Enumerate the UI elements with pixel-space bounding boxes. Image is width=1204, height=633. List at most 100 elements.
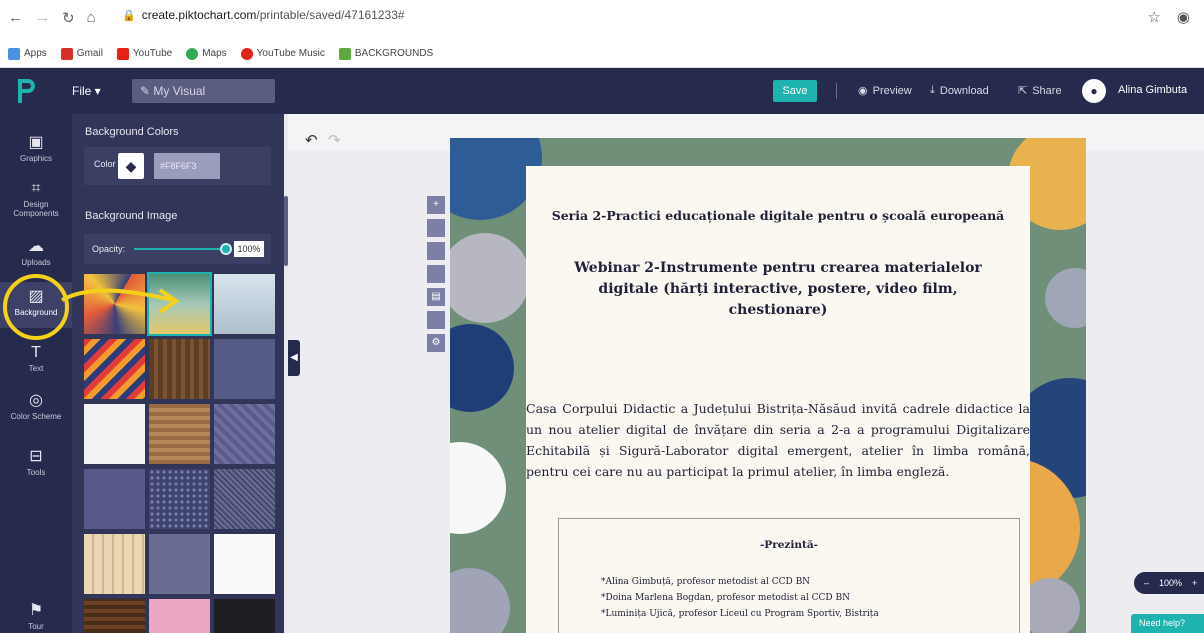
zoom-control[interactable]: – 100% + xyxy=(1134,572,1204,594)
zoom-out-icon[interactable]: – xyxy=(1144,578,1149,588)
bg-tile-dark-wood[interactable] xyxy=(149,339,210,399)
home-icon[interactable]: ⌂ xyxy=(87,9,96,27)
youtube-music-icon xyxy=(240,47,253,60)
bg-tile-white[interactable] xyxy=(84,404,145,464)
paint-bucket-icon[interactable]: ◆ xyxy=(118,153,144,179)
opacity-slider-track[interactable] xyxy=(134,248,224,250)
reload-icon[interactable]: ↻ xyxy=(62,9,75,27)
color-hex-input[interactable]: #F8F6F3 xyxy=(154,153,220,179)
folder-icon xyxy=(338,47,351,60)
bg-tile-chevron[interactable] xyxy=(84,339,145,399)
bg-tile-triangles[interactable] xyxy=(84,274,145,334)
move-up-icon[interactable] xyxy=(427,219,445,237)
bg-tile-black[interactable] xyxy=(214,599,275,633)
upload-cloud-icon: ☁ xyxy=(28,238,44,255)
bookmarks-bar: Apps Gmail YouTube Maps YouTube Music BA… xyxy=(0,40,1204,68)
opacity-slider-handle[interactable] xyxy=(220,243,232,255)
color-row: Color ◆ #F8F6F3 xyxy=(84,147,271,185)
avatar[interactable]: ● xyxy=(1082,79,1106,103)
preview-button[interactable]: ◉ Preview xyxy=(858,84,912,98)
bookmark-label: Gmail xyxy=(76,48,103,59)
bg-tile-dots[interactable] xyxy=(149,469,210,529)
bg-tile-oak[interactable] xyxy=(149,404,210,464)
presenter-item: *Doina Marlena Bogdan, profesor metodist… xyxy=(601,593,850,603)
forward-icon[interactable]: → xyxy=(35,9,50,27)
share-button[interactable]: ⇱ Share xyxy=(1018,84,1062,98)
settings-icon[interactable]: ⚙ xyxy=(427,334,445,352)
rail-label: Uploads xyxy=(21,258,51,267)
star-icon[interactable]: ☆ xyxy=(1147,8,1160,26)
browser-nav: ← → ↻ ⌂ xyxy=(8,9,96,27)
poster-content-card: Seria 2-Practici educaționale digitale p… xyxy=(526,166,1030,633)
bookmark-youtube[interactable]: YouTube xyxy=(116,47,172,60)
share-label: Share xyxy=(1032,84,1062,97)
preview-label: Preview xyxy=(872,84,912,97)
rail-design-components[interactable]: ⌗ Design Components xyxy=(0,176,72,228)
poster-webinar-line1: Webinar 2-Instrumente pentru crearea mat… xyxy=(574,260,982,276)
bg-tile-light-blue[interactable] xyxy=(214,274,275,334)
app-header: File ▾ ✎ My Visual Save ◉ Preview ⤓ Downlo… xyxy=(0,68,1204,114)
zoom-in-icon[interactable]: + xyxy=(1192,578,1197,588)
bg-tile-gray-purple[interactable] xyxy=(149,534,210,594)
opacity-value-input[interactable]: 100% xyxy=(234,241,264,257)
resize-icon[interactable] xyxy=(427,265,445,283)
rail-graphics[interactable]: ▣ Graphics xyxy=(0,128,72,174)
opacity-row: Opacity: 100% xyxy=(84,234,271,264)
poster-canvas[interactable]: Seria 2-Practici educaționale digitale p… xyxy=(450,138,1086,633)
rail-tour[interactable]: ⚑ Tour xyxy=(0,598,72,632)
rail-text[interactable]: T Text xyxy=(0,340,72,380)
rail-uploads[interactable]: ☁ Uploads xyxy=(0,232,72,276)
bookmark-gmail[interactable]: Gmail xyxy=(60,47,103,60)
user-name[interactable]: Alina Gimbuta xyxy=(1118,84,1187,96)
bg-tile-pink[interactable] xyxy=(149,599,210,633)
bookmark-label: Apps xyxy=(24,48,47,59)
toolbox-icon: ⊟ xyxy=(29,448,43,465)
maps-pin-icon xyxy=(186,47,199,60)
need-help-button[interactable]: Need help? xyxy=(1131,614,1204,633)
rail-label: Text xyxy=(28,364,44,373)
undo-icon[interactable]: ↶ xyxy=(305,131,318,149)
visual-name-field[interactable]: ✎ My Visual xyxy=(132,79,275,103)
background-colors-title: Background Colors xyxy=(85,126,179,138)
profile-icon[interactable]: ◉ xyxy=(1177,8,1190,26)
collapse-panel-icon[interactable]: ◀ xyxy=(288,340,300,376)
redo-icon[interactable]: ↷ xyxy=(328,131,341,149)
pencil-icon: ✎ xyxy=(140,84,151,98)
bg-tile-slate[interactable] xyxy=(214,339,275,399)
block-side-toolbar: + ▤ ⚙ xyxy=(427,196,445,357)
bg-tile-pure-white[interactable] xyxy=(214,534,275,594)
download-button[interactable]: ⤓ Download xyxy=(930,84,989,97)
save-button[interactable]: Save xyxy=(773,80,817,102)
bg-tile-walnut[interactable] xyxy=(84,599,145,633)
address-bar[interactable]: 🔒 create.piktochart.com/printable/saved/4… xyxy=(122,8,405,22)
file-menu[interactable]: File ▾ xyxy=(72,84,101,98)
rail-tools[interactable]: ⊟ Tools xyxy=(0,442,72,482)
add-block-icon[interactable]: + xyxy=(427,196,445,214)
rail-label: Tour xyxy=(28,622,44,631)
poster-series-title: Seria 2-Practici educaționale digitale p… xyxy=(551,208,1005,223)
rail-label: Graphics xyxy=(19,154,52,163)
poster-webinar-line3: chestionare) xyxy=(728,302,828,318)
color-label: Color xyxy=(94,159,116,169)
visual-name-text: My Visual xyxy=(153,84,206,98)
bg-tile-planks[interactable] xyxy=(84,534,145,594)
duplicate-icon[interactable]: ▤ xyxy=(427,288,445,306)
bookmark-apps[interactable]: Apps xyxy=(8,47,47,60)
rail-color-scheme[interactable]: ◎ Color Scheme xyxy=(0,386,72,434)
background-panel: Background Colors Color ◆ #F8F6F3 Backgr… xyxy=(72,114,284,633)
move-down-icon[interactable] xyxy=(427,242,445,260)
text-icon: T xyxy=(31,344,41,361)
back-icon[interactable]: ← xyxy=(8,9,23,27)
delete-icon[interactable] xyxy=(427,311,445,329)
bookmark-label: Maps xyxy=(202,48,227,59)
bookmark-maps[interactable]: Maps xyxy=(186,47,227,60)
youtube-icon xyxy=(116,47,129,60)
opacity-label: Opacity: xyxy=(92,244,126,254)
bg-tile-muted-purple[interactable] xyxy=(84,469,145,529)
bookmark-backgrounds[interactable]: BACKGROUNDS xyxy=(338,47,433,60)
bg-tile-green-gradient[interactable] xyxy=(147,272,212,336)
bg-tile-crosshatch[interactable] xyxy=(214,469,275,529)
url-path: /printable/saved/47161233# xyxy=(256,8,405,22)
bg-tile-diamond[interactable] xyxy=(214,404,275,464)
bookmark-youtube-music[interactable]: YouTube Music xyxy=(240,47,325,60)
